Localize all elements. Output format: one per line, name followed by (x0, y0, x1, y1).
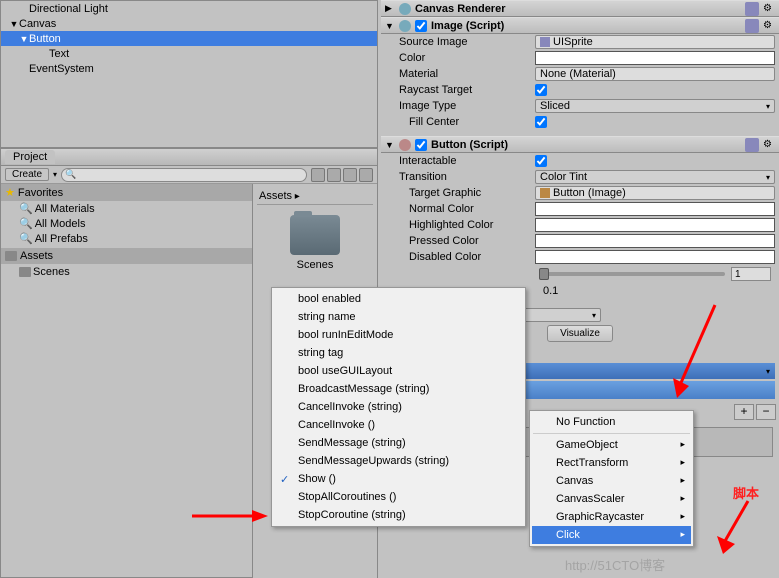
favorite-item[interactable]: 🔍All Materials (1, 201, 252, 216)
component-icon (399, 139, 411, 151)
watermark: http://51CTO博客 (565, 555, 665, 574)
normal-color-field[interactable] (535, 202, 775, 216)
component-menu-item[interactable]: Click▸ (532, 526, 691, 544)
slider-value-input[interactable] (731, 267, 771, 281)
fold-icon[interactable]: ▼ (385, 140, 395, 150)
component-image[interactable]: ▼ Image (Script) ⚙ (381, 17, 779, 34)
method-menu-item[interactable]: CancelInvoke (string) (274, 398, 523, 416)
component-menu-item[interactable]: Canvas▸ (532, 472, 691, 490)
method-menu-item[interactable]: SendMessageUpwards (string) (274, 452, 523, 470)
project-tree: ★ Favorites 🔍All Materials🔍All Models🔍Al… (1, 184, 253, 578)
hierarchy-item[interactable]: ▼Button (1, 31, 377, 46)
folder-icon (290, 215, 340, 255)
search-icon: 🔍 (19, 202, 33, 215)
pressed-color-field[interactable] (535, 234, 775, 248)
component-menu-item[interactable]: GraphicRaycaster▸ (532, 508, 691, 526)
fold-icon[interactable]: ▼ (385, 21, 395, 31)
component-enabled-checkbox[interactable] (415, 20, 427, 32)
help-icon[interactable] (745, 138, 759, 152)
method-menu-item[interactable]: BroadcastMessage (string) (274, 380, 523, 398)
favorite-item[interactable]: 🔍All Prefabs (1, 231, 252, 246)
method-menu-item[interactable]: bool useGUILayout (274, 362, 523, 380)
method-menu-item[interactable]: bool enabled (274, 290, 523, 308)
search-icon: 🔍 (19, 217, 33, 230)
component-menu-item[interactable]: No Function (532, 413, 691, 431)
image-icon (540, 188, 550, 198)
gear-icon[interactable]: ⚙ (763, 3, 775, 15)
star-icon: ★ (5, 186, 15, 199)
help-icon[interactable] (745, 19, 759, 33)
create-dropdown-icon[interactable]: ▾ (53, 170, 57, 179)
folder-icon (5, 251, 17, 261)
color-multiplier-slider[interactable] (539, 272, 725, 276)
annotation-script: 脚本 (733, 483, 759, 502)
fold-icon[interactable]: ▶ (385, 3, 395, 14)
assets-breadcrumb[interactable]: Assets ▸ (257, 188, 373, 205)
method-menu-item[interactable]: string tag (274, 344, 523, 362)
component-icon (399, 20, 411, 32)
component-context-menu: No FunctionGameObject▸RectTransform▸Canv… (529, 410, 694, 547)
filter-icon[interactable] (327, 168, 341, 182)
hierarchy-item[interactable]: ▼Canvas (1, 16, 377, 31)
favorites-header[interactable]: ★ Favorites (1, 184, 252, 201)
component-enabled-checkbox[interactable] (415, 139, 427, 151)
folder-item-scenes[interactable]: Scenes (280, 215, 350, 271)
filter-icon[interactable] (359, 168, 373, 182)
hierarchy-panel: Directional Light▼Canvas▼ButtonTextEvent… (0, 0, 378, 148)
target-graphic-field[interactable]: Button (Image) (535, 186, 775, 200)
folder-icon (19, 267, 31, 277)
search-icon: 🔍 (19, 232, 33, 245)
hierarchy-item[interactable]: Text (1, 46, 377, 61)
material-field[interactable]: None (Material) (535, 67, 775, 81)
project-toolbar: Create ▾ (1, 166, 377, 184)
method-menu-item[interactable]: string name (274, 308, 523, 326)
component-menu-item[interactable]: CanvasScaler▸ (532, 490, 691, 508)
assets-header[interactable]: Assets (1, 248, 252, 264)
hierarchy-item[interactable]: Directional Light (1, 1, 377, 16)
highlighted-color-field[interactable] (535, 218, 775, 232)
source-image-field[interactable]: UISprite (535, 35, 775, 49)
project-filter-icons (311, 168, 373, 182)
hierarchy-tree: Directional Light▼Canvas▼ButtonTextEvent… (1, 1, 377, 76)
help-icon[interactable] (745, 2, 759, 16)
project-tab-header: Project (1, 149, 377, 166)
gear-icon[interactable]: ⚙ (763, 139, 775, 151)
method-menu-item[interactable]: bool runInEditMode (274, 326, 523, 344)
component-menu-item[interactable]: RectTransform▸ (532, 454, 691, 472)
fillcenter-checkbox[interactable] (535, 116, 547, 128)
methods-context-menu: bool enabledstring namebool runInEditMod… (271, 287, 526, 527)
hierarchy-item[interactable]: EventSystem (1, 61, 377, 76)
method-menu-item[interactable]: CancelInvoke () (274, 416, 523, 434)
color-field[interactable] (535, 51, 775, 65)
transition-dropdown[interactable]: Color Tint (535, 170, 775, 184)
method-menu-item[interactable]: StopCoroutine (string) (274, 506, 523, 524)
component-icon (399, 3, 411, 15)
method-menu-item[interactable]: SendMessage (string) (274, 434, 523, 452)
method-menu-item[interactable]: StopAllCoroutines () (274, 488, 523, 506)
image-type-dropdown[interactable]: Sliced (535, 99, 775, 113)
add-event-button[interactable]: + (734, 404, 754, 420)
asset-tree-item[interactable]: Scenes (1, 264, 252, 279)
gear-icon[interactable]: ⚙ (763, 20, 775, 32)
filter-icon[interactable] (343, 168, 357, 182)
interactable-checkbox[interactable] (535, 155, 547, 167)
visualize-button[interactable]: Visualize (547, 325, 613, 342)
component-canvas-renderer[interactable]: ▶ Canvas Renderer ⚙ (381, 0, 779, 17)
component-menu-item[interactable]: GameObject▸ (532, 436, 691, 454)
project-tab[interactable]: Project (5, 150, 55, 164)
create-button[interactable]: Create (5, 168, 49, 181)
disabled-color-field[interactable] (535, 250, 775, 264)
component-button[interactable]: ▼ Button (Script) ⚙ (381, 136, 779, 153)
raycast-checkbox[interactable] (535, 84, 547, 96)
favorite-item[interactable]: 🔍All Models (1, 216, 252, 231)
remove-event-button[interactable]: − (756, 404, 776, 420)
sprite-icon (540, 37, 550, 47)
filter-icon[interactable] (311, 168, 325, 182)
method-menu-item[interactable]: ✓Show () (274, 470, 523, 488)
project-search-input[interactable] (61, 168, 307, 182)
